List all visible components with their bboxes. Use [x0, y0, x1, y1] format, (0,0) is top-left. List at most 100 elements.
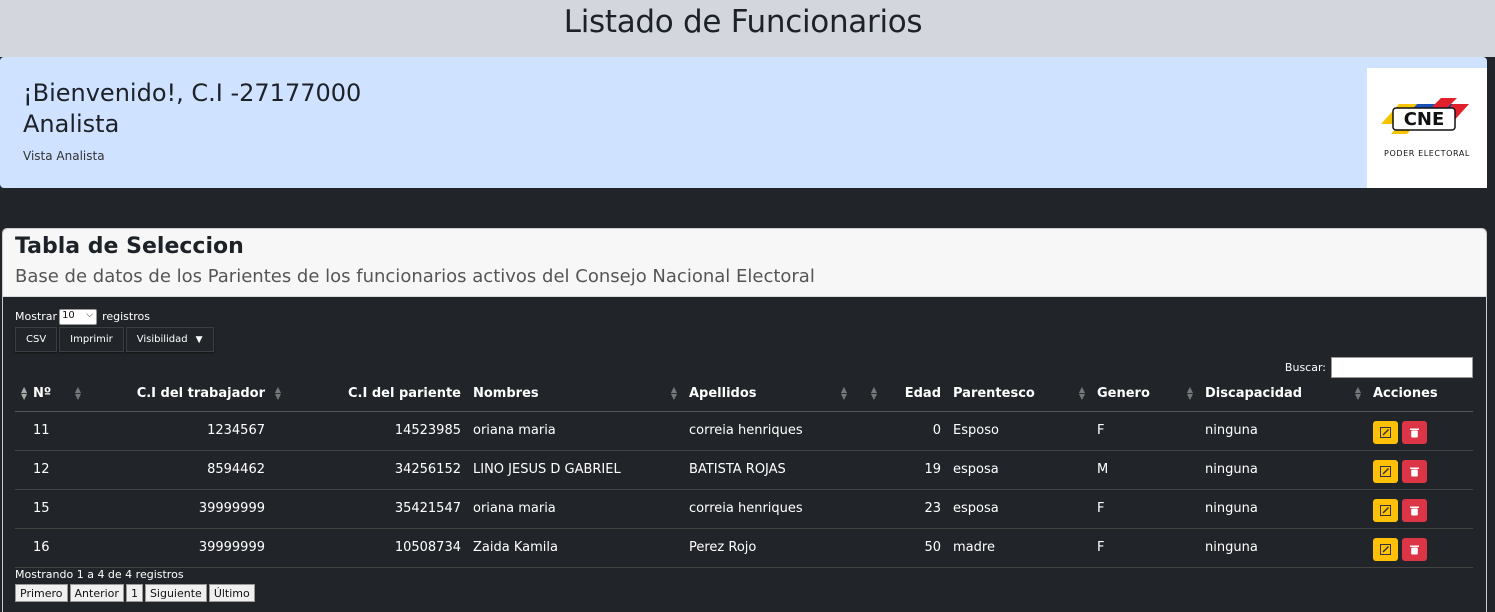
table-row: 12 8594462 34256152 LINO JESUS D GABRIEL…: [15, 450, 1473, 490]
column-header-apellidos[interactable]: Apellidos ▲ ▼: [683, 377, 853, 412]
table-cell: [15, 450, 27, 490]
welcome-role: Analista: [23, 110, 120, 138]
sort-arrows-icon: ▲ ▼: [870, 385, 877, 401]
cell-edad: 0: [883, 411, 947, 451]
column-header-genero[interactable]: Genero ▲ ▼: [1091, 377, 1199, 412]
table-row: 11 1234567 14523985 oriana maria correia…: [15, 411, 1473, 451]
cell-discapacidad: ninguna: [1199, 489, 1367, 529]
cell-ci-pariente: 10508734: [287, 528, 467, 568]
page-first-label: Primero: [20, 586, 63, 600]
welcome-card: ¡Bienvenido!, C.I -27177000 Analista Vis…: [0, 57, 1487, 188]
length-label-before: Mostrar: [15, 310, 58, 323]
column-header-ci-pariente[interactable]: C.I del pariente: [287, 377, 467, 412]
column-header-n-label: Nº: [33, 386, 52, 402]
cell-genero: F: [1091, 411, 1199, 451]
table-cell: [15, 411, 27, 451]
export-buttons: CSV Imprimir Visibilidad ▼: [15, 327, 214, 352]
length-select-value: 10: [62, 310, 75, 321]
cell-edad: 19: [883, 450, 947, 490]
page-next-button[interactable]: Siguiente: [144, 584, 207, 602]
cell-apellidos: Perez Rojo: [683, 528, 853, 568]
delete-button[interactable]: [1402, 538, 1427, 561]
print-button[interactable]: Imprimir: [59, 327, 124, 352]
delete-button[interactable]: [1402, 460, 1427, 483]
csv-button[interactable]: CSV: [15, 327, 58, 352]
column-header-discapacidad[interactable]: Discapacidad ▲ ▼: [1199, 377, 1367, 412]
column-header-apellidos-label: Apellidos: [689, 386, 757, 402]
column-header-n[interactable]: Nº ▲ ▼: [27, 377, 87, 412]
delete-button[interactable]: [1402, 421, 1427, 444]
caret-down-icon: ▼: [195, 334, 203, 345]
logo-mark-text: CNE: [1404, 109, 1445, 130]
table-cell: [853, 411, 883, 451]
pencil-square-icon: [1380, 505, 1391, 516]
sort-arrows-icon: ▲ ▼: [840, 385, 847, 401]
cell-ci-trabajador: 1234567: [87, 411, 287, 451]
column-header-acciones: Acciones: [1367, 377, 1473, 412]
cell-nombres: LINO JESUS D GABRIEL: [467, 450, 683, 490]
page-prev-button[interactable]: Anterior: [69, 584, 124, 602]
column-header-nombres[interactable]: Nombres ▲ ▼: [467, 377, 683, 412]
table-cell: [15, 528, 27, 568]
cell-ci-pariente: 14523985: [287, 411, 467, 451]
cell-apellidos: correia henriques: [683, 489, 853, 529]
page-title: Listado de Funcionarios: [563, 4, 923, 40]
table-cell: [853, 450, 883, 490]
column-header-ci-trabajador[interactable]: C.I del trabajador ▲ ▼: [87, 377, 287, 412]
cell-edad: 50: [883, 528, 947, 568]
delete-button[interactable]: [1402, 499, 1427, 522]
length-select[interactable]: 10 ⌵: [59, 309, 98, 325]
cne-logo: CNE PODER ELECTORAL: [1367, 68, 1487, 188]
table-row: 16 39999999 10508734 Zaida Kamila Perez …: [15, 528, 1473, 568]
cell-ci-trabajador: 39999999: [87, 489, 287, 529]
welcome-greeting: ¡Bienvenido!, C.I -27177000: [23, 79, 362, 107]
chevron-down-icon: ⌵: [86, 310, 94, 320]
card-subtitle: Base de datos de los Parientes de los fu…: [15, 266, 815, 287]
sort-arrows-icon: ▲ ▼: [670, 385, 677, 401]
trash-icon: [1410, 428, 1419, 438]
column-header-edad[interactable]: Edad: [883, 377, 947, 412]
column-header-ci-trabajador-label: C.I del trabajador: [136, 386, 265, 402]
search-input[interactable]: [1331, 357, 1473, 378]
column-header-genero-label: Genero: [1097, 386, 1150, 402]
search-label: Buscar:: [1284, 361, 1326, 374]
page-number-button[interactable]: 1: [125, 584, 143, 602]
pagination: Primero Anterior 1 Siguiente Último: [15, 584, 255, 602]
edit-button[interactable]: [1373, 421, 1398, 444]
cell-acciones: [1367, 450, 1473, 490]
edit-button[interactable]: [1373, 499, 1398, 522]
search-control: Buscar:: [1285, 357, 1473, 378]
column-header-blank[interactable]: ▲ ▼: [853, 377, 883, 412]
cell-parentesco: esposa: [947, 489, 1091, 529]
cell-n: 15: [27, 489, 87, 529]
column-sort-toggle[interactable]: ▲ ▼: [15, 377, 27, 412]
cell-n: 11: [27, 411, 87, 451]
cell-discapacidad: ninguna: [1199, 450, 1367, 490]
page-last-label: Último: [213, 586, 250, 600]
cell-parentesco: esposa: [947, 450, 1091, 490]
sort-arrows-icon: ▲ ▼: [274, 385, 281, 401]
card-title: Tabla de Seleccion: [15, 234, 244, 259]
visibility-button[interactable]: Visibilidad ▼: [125, 327, 214, 352]
cell-parentesco: Esposo: [947, 411, 1091, 451]
cell-nombres: oriana maria: [467, 411, 683, 451]
cell-acciones: [1367, 489, 1473, 529]
visibility-button-label: Visibilidad: [136, 334, 188, 345]
sort-arrows-icon: ▲ ▼: [74, 385, 81, 401]
welcome-section: ¡Bienvenido!, C.I -27177000 Analista Vis…: [0, 57, 1495, 207]
page-last-button[interactable]: Último: [208, 584, 255, 602]
page-first-button[interactable]: Primero: [15, 584, 68, 602]
table-cell: [15, 489, 27, 529]
cell-apellidos: BATISTA ROJAS: [683, 450, 853, 490]
page-number-label: 1: [130, 586, 138, 600]
table-header-row: ▲ ▼ Nº ▲ ▼ C.I del trabajador ▲ ▼ C.I del par…: [15, 377, 1473, 412]
cell-apellidos: correia henriques: [683, 411, 853, 451]
cell-nombres: Zaida Kamila: [467, 528, 683, 568]
column-header-parentesco[interactable]: Parentesco ▲ ▼: [947, 377, 1091, 412]
edit-button[interactable]: [1373, 538, 1398, 561]
edit-button[interactable]: [1373, 460, 1398, 483]
sort-arrows-icon: ▲ ▼: [1354, 385, 1361, 401]
title-bar: Listado de Funcionarios: [0, 0, 1495, 57]
csv-button-label: CSV: [26, 334, 47, 345]
cell-acciones: [1367, 528, 1473, 568]
